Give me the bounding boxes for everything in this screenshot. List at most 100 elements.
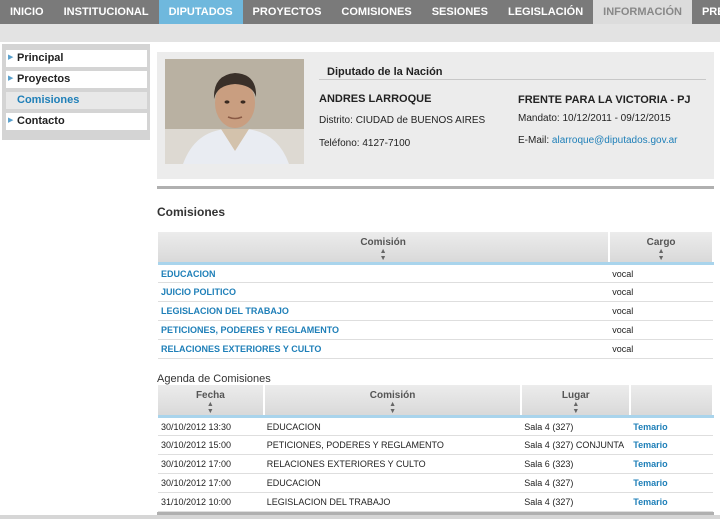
column-header-comision[interactable]: Comisión ▲ ▼ [158, 232, 611, 265]
temario-link[interactable]: Temario [630, 454, 713, 474]
cargo-cell: vocal [609, 301, 713, 321]
column-header-temario [630, 385, 714, 418]
fecha-cell: 30/10/2012 17:00 [158, 454, 264, 474]
tab-inicio[interactable]: INICIO [0, 0, 54, 24]
lugar-cell: Sala 4 (327) [521, 473, 631, 493]
comision-cell: LEGISLACION DEL TRABAJO [263, 492, 522, 512]
comisiones-table: Comisión ▲ ▼ Cargo ▲ ▼ EDUCACION vocal JUI… [158, 232, 714, 359]
cargo-cell: vocal [609, 320, 713, 340]
table-row: 31/10/2012 10:00 LEGISLACION DEL TRABAJO… [158, 492, 713, 512]
sidebar-item-proyectos[interactable]: ▶ Proyectos [6, 71, 147, 88]
temario-link[interactable]: Temario [630, 435, 713, 455]
table-row: PETICIONES, PODERES Y REGLAMENTO vocal [158, 320, 713, 340]
table-row: 30/10/2012 17:00 RELACIONES EXTERIORES Y… [158, 454, 713, 474]
sidebar-item-comisiones[interactable]: Comisiones [6, 92, 147, 109]
comision-link[interactable]: PETICIONES, PODERES Y REGLAMENTO [158, 320, 610, 340]
deputy-photo [165, 59, 304, 164]
column-header-lugar[interactable]: Lugar ▲ ▼ [521, 385, 632, 418]
column-header-comision[interactable]: Comisión ▲ ▼ [263, 385, 523, 418]
fecha-cell: 30/10/2012 15:00 [158, 435, 264, 455]
sort-icon[interactable]: ▲ ▼ [610, 248, 712, 262]
sub-nav-bar [0, 24, 720, 42]
divider [319, 79, 706, 80]
header-label: Lugar [561, 390, 590, 401]
telefono-label: Teléfono: [319, 138, 360, 149]
lugar-cell: Sala 4 (327) [521, 492, 631, 512]
tab-legislacion[interactable]: LEGISLACIÓN [498, 0, 593, 24]
deputy-telefono: Teléfono: 4127-7100 [319, 138, 410, 149]
column-header-cargo[interactable]: Cargo ▲ ▼ [609, 232, 714, 265]
comision-link[interactable]: RELACIONES EXTERIORES Y CULTO [158, 339, 610, 359]
table-row: RELACIONES EXTERIORES Y CULTO vocal [158, 339, 713, 359]
sidebar-item-label: Comisiones [17, 94, 80, 106]
fecha-cell: 30/10/2012 13:30 [158, 416, 264, 436]
sidebar-item-label: Contacto [17, 115, 65, 127]
fecha-cell: 30/10/2012 17:00 [158, 473, 264, 493]
tab-sesiones[interactable]: SESIONES [422, 0, 498, 24]
sidebar-item-principal[interactable]: ▶ Principal [6, 50, 147, 67]
telefono-value: 4127-7100 [362, 138, 411, 149]
tab-comisiones[interactable]: COMISIONES [331, 0, 421, 24]
comision-link[interactable]: LEGISLACION DEL TRABAJO [158, 301, 610, 321]
section-title-comisiones: Comisiones [157, 205, 226, 219]
sidebar-item-label: Principal [17, 52, 64, 64]
cargo-cell: vocal [609, 339, 713, 359]
temario-link[interactable]: Temario [630, 492, 713, 512]
agenda-table: Fecha ▲ ▼ Comisión ▲ ▼ Lugar ▲ ▼ 30/10/2012… [158, 385, 714, 512]
deputy-profile: Diputado de la Nación ANDRES LARROQUE Di… [157, 52, 714, 179]
arrow-right-icon: ▶ [8, 117, 14, 124]
sort-icon[interactable]: ▲ ▼ [522, 401, 629, 415]
comision-cell: RELACIONES EXTERIORES Y CULTO [263, 454, 522, 474]
footer-strip [0, 515, 720, 519]
deputy-bloque: FRENTE PARA LA VICTORIA - PJ [518, 94, 691, 106]
temario-link[interactable]: Temario [630, 416, 713, 436]
portrait-image [165, 59, 304, 164]
email-label: E-Mail: [518, 135, 550, 146]
sort-icon[interactable]: ▲ ▼ [158, 248, 608, 262]
sort-icon[interactable]: ▲ ▼ [158, 401, 263, 415]
tab-diputados[interactable]: DIPUTADOS [158, 0, 243, 24]
table-row: LEGISLACION DEL TRABAJO vocal [158, 301, 713, 321]
comision-link[interactable]: EDUCACION [158, 263, 610, 283]
deputy-email: E-Mail: alarroque@diputados.gov.ar [518, 135, 678, 146]
tab-prensa[interactable]: PRENSA [692, 0, 720, 24]
distrito-label: Distrito: [319, 115, 353, 126]
header-label: Fecha [195, 390, 225, 401]
deputy-role: Diputado de la Nación [327, 66, 443, 78]
header-label [631, 385, 712, 390]
comision-cell: PETICIONES, PODERES Y REGLAMENTO [263, 435, 522, 455]
table-row: 30/10/2012 17:00 EDUCACION Sala 4 (327) … [158, 473, 713, 493]
sidebar-item-label: Proyectos [17, 73, 71, 85]
tab-institucional[interactable]: INSTITUCIONAL [54, 0, 159, 24]
tab-proyectos[interactable]: PROYECTOS [243, 0, 332, 24]
lugar-cell: Sala 4 (327) CONJUNTA [521, 435, 631, 455]
column-header-fecha[interactable]: Fecha ▲ ▼ [158, 385, 265, 418]
table-row: 30/10/2012 13:30 EDUCACION Sala 4 (327) … [158, 416, 713, 436]
comision-link[interactable]: JUICIO POLITICO [158, 282, 610, 302]
email-link[interactable]: alarroque@diputados.gov.ar [552, 135, 678, 146]
comision-cell: EDUCACION [263, 473, 522, 493]
sidebar-item-contacto[interactable]: ▶ Contacto [6, 113, 147, 130]
arrow-right-icon: ▶ [8, 75, 14, 82]
sort-icon[interactable]: ▲ ▼ [265, 401, 521, 415]
lugar-cell: Sala 4 (327) [521, 416, 631, 436]
header-label: Comisión [369, 390, 416, 401]
deputy-distrito: Distrito: CIUDAD de BUENOS AIRES [319, 115, 485, 126]
deputy-mandato: Mandato: 10/12/2011 - 09/12/2015 [518, 113, 671, 124]
deputy-name: ANDRES LARROQUE [319, 93, 432, 105]
sidebar-menu: ▶ Principal ▶ Proyectos Comisiones ▶ Con… [2, 44, 150, 140]
cargo-cell: vocal [609, 263, 713, 283]
distrito-value: CIUDAD de BUENOS AIRES [355, 115, 486, 126]
section-title-agenda: Agenda de Comisiones [157, 373, 271, 385]
lugar-cell: Sala 6 (323) [521, 454, 631, 474]
tab-informacion[interactable]: INFORMACIÓN [593, 0, 692, 24]
comision-cell: EDUCACION [263, 416, 522, 436]
section-divider [157, 186, 714, 189]
mandato-value: 10/12/2011 - 09/12/2015 [562, 113, 671, 124]
arrow-right-icon: ▶ [8, 54, 14, 61]
temario-link[interactable]: Temario [630, 473, 713, 493]
cargo-cell: vocal [609, 282, 713, 302]
table-row: EDUCACION vocal [158, 263, 713, 283]
table-row: JUICIO POLITICO vocal [158, 282, 713, 302]
table-row: 30/10/2012 15:00 PETICIONES, PODERES Y R… [158, 435, 713, 455]
